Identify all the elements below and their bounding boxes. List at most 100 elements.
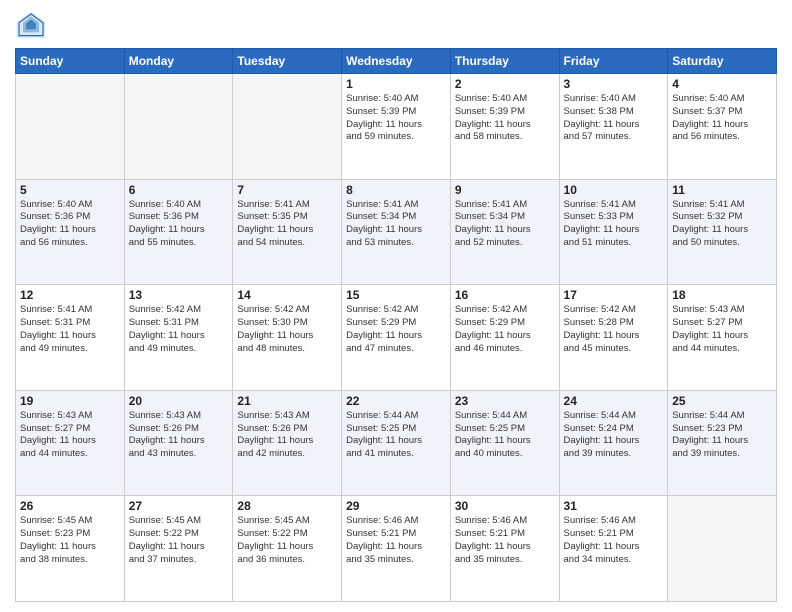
calendar-cell: 22Sunrise: 5:44 AM Sunset: 5:25 PM Dayli… xyxy=(342,390,451,496)
day-number: 15 xyxy=(346,288,446,302)
weekday-header-thursday: Thursday xyxy=(450,49,559,74)
day-number: 28 xyxy=(237,499,337,513)
day-info: Sunrise: 5:44 AM Sunset: 5:25 PM Dayligh… xyxy=(455,410,555,461)
day-info: Sunrise: 5:43 AM Sunset: 5:27 PM Dayligh… xyxy=(20,410,120,461)
day-number: 31 xyxy=(564,499,664,513)
day-info: Sunrise: 5:41 AM Sunset: 5:32 PM Dayligh… xyxy=(672,199,772,250)
day-info: Sunrise: 5:41 AM Sunset: 5:34 PM Dayligh… xyxy=(346,199,446,250)
calendar-cell: 10Sunrise: 5:41 AM Sunset: 5:33 PM Dayli… xyxy=(559,179,668,285)
calendar-cell: 11 Sunrise: 5:41 AM Sunset: 5:32 PM Dayli… xyxy=(668,179,777,285)
calendar-cell: 14 Sunrise: 5:42 AM Sunset: 5:30 PM Dayli… xyxy=(233,285,342,391)
day-number: 5 xyxy=(20,183,120,197)
day-info: Sunrise: 5:43 AM Sunset: 5:27 PM Dayligh… xyxy=(672,304,772,355)
calendar-cell: 2 Sunrise: 5:40 AM Sunset: 5:39 PM Daylig… xyxy=(450,74,559,180)
day-info: Sunrise: 5:44 AM Sunset: 5:23 PM Dayligh… xyxy=(672,410,772,461)
calendar-header: SundayMondayTuesdayWednesdayThursdayFrid… xyxy=(16,49,777,74)
logo xyxy=(15,10,51,42)
day-number: 1 xyxy=(346,77,446,91)
weekday-header-row: SundayMondayTuesdayWednesdayThursdayFrid… xyxy=(16,49,777,74)
calendar-cell: 28 Sunrise: 5:45 AM Sunset: 5:22 PM Dayli… xyxy=(233,496,342,602)
day-number: 26 xyxy=(20,499,120,513)
day-info: Sunrise: 5:42 AM Sunset: 5:31 PM Dayligh… xyxy=(129,304,229,355)
weekday-header-wednesday: Wednesday xyxy=(342,49,451,74)
day-number: 29 xyxy=(346,499,446,513)
day-number: 19 xyxy=(20,394,120,408)
calendar-body: 1 Sunrise: 5:40 AM Sunset: 5:39 PM Daylig… xyxy=(16,74,777,602)
day-info: Sunrise: 5:46 AM Sunset: 5:21 PM Dayligh… xyxy=(346,515,446,566)
day-number: 8 xyxy=(346,183,446,197)
day-number: 3 xyxy=(564,77,664,91)
day-number: 25 xyxy=(672,394,772,408)
calendar-week-1: 1 Sunrise: 5:40 AM Sunset: 5:39 PM Daylig… xyxy=(16,74,777,180)
calendar-week-3: 12 Sunrise: 5:41 AM Sunset: 5:31 PM Dayli… xyxy=(16,285,777,391)
day-info: Sunrise: 5:45 AM Sunset: 5:22 PM Dayligh… xyxy=(237,515,337,566)
calendar-cell: 5 Sunrise: 5:40 AM Sunset: 5:36 PM Daylig… xyxy=(16,179,125,285)
day-info: Sunrise: 5:44 AM Sunset: 5:25 PM Dayligh… xyxy=(346,410,446,461)
calendar-cell: 12 Sunrise: 5:41 AM Sunset: 5:31 PM Dayli… xyxy=(16,285,125,391)
day-number: 11 xyxy=(672,183,772,197)
calendar-cell: 3 Sunrise: 5:40 AM Sunset: 5:38 PM Daylig… xyxy=(559,74,668,180)
day-info: Sunrise: 5:41 AM Sunset: 5:31 PM Dayligh… xyxy=(20,304,120,355)
day-info: Sunrise: 5:42 AM Sunset: 5:28 PM Dayligh… xyxy=(564,304,664,355)
calendar-cell: 21Sunrise: 5:43 AM Sunset: 5:26 PM Dayli… xyxy=(233,390,342,496)
header xyxy=(15,10,777,42)
day-number: 16 xyxy=(455,288,555,302)
day-number: 7 xyxy=(237,183,337,197)
day-info: Sunrise: 5:40 AM Sunset: 5:36 PM Dayligh… xyxy=(20,199,120,250)
day-info: Sunrise: 5:40 AM Sunset: 5:39 PM Dayligh… xyxy=(346,93,446,144)
calendar-week-4: 19 Sunrise: 5:43 AM Sunset: 5:27 PM Dayli… xyxy=(16,390,777,496)
calendar-cell: 26Sunrise: 5:45 AM Sunset: 5:23 PM Dayli… xyxy=(16,496,125,602)
calendar-cell: 9 Sunrise: 5:41 AM Sunset: 5:34 PM Daylig… xyxy=(450,179,559,285)
day-number: 2 xyxy=(455,77,555,91)
calendar-cell: 18 Sunrise: 5:43 AM Sunset: 5:27 PM Dayli… xyxy=(668,285,777,391)
day-number: 20 xyxy=(129,394,229,408)
calendar-table: SundayMondayTuesdayWednesdayThursdayFrid… xyxy=(15,48,777,602)
calendar-cell: 30 Sunrise: 5:46 AM Sunset: 5:21 PM Dayli… xyxy=(450,496,559,602)
day-info: Sunrise: 5:40 AM Sunset: 5:38 PM Dayligh… xyxy=(564,93,664,144)
day-number: 4 xyxy=(672,77,772,91)
calendar-cell: 17Sunrise: 5:42 AM Sunset: 5:28 PM Dayli… xyxy=(559,285,668,391)
day-info: Sunrise: 5:46 AM Sunset: 5:21 PM Dayligh… xyxy=(455,515,555,566)
day-info: Sunrise: 5:40 AM Sunset: 5:37 PM Dayligh… xyxy=(672,93,772,144)
day-number: 13 xyxy=(129,288,229,302)
day-info: Sunrise: 5:40 AM Sunset: 5:39 PM Dayligh… xyxy=(455,93,555,144)
day-info: Sunrise: 5:45 AM Sunset: 5:22 PM Dayligh… xyxy=(129,515,229,566)
calendar-week-2: 5 Sunrise: 5:40 AM Sunset: 5:36 PM Daylig… xyxy=(16,179,777,285)
calendar-cell: 8 Sunrise: 5:41 AM Sunset: 5:34 PM Daylig… xyxy=(342,179,451,285)
day-info: Sunrise: 5:46 AM Sunset: 5:21 PM Dayligh… xyxy=(564,515,664,566)
calendar-cell: 13 Sunrise: 5:42 AM Sunset: 5:31 PM Dayli… xyxy=(124,285,233,391)
calendar-cell: 23 Sunrise: 5:44 AM Sunset: 5:25 PM Dayli… xyxy=(450,390,559,496)
day-info: Sunrise: 5:41 AM Sunset: 5:35 PM Dayligh… xyxy=(237,199,337,250)
calendar-cell: 15 Sunrise: 5:42 AM Sunset: 5:29 PM Dayli… xyxy=(342,285,451,391)
calendar-cell: 16 Sunrise: 5:42 AM Sunset: 5:29 PM Dayli… xyxy=(450,285,559,391)
calendar-cell: 31 Sunrise: 5:46 AM Sunset: 5:21 PM Dayli… xyxy=(559,496,668,602)
day-number: 14 xyxy=(237,288,337,302)
weekday-header-sunday: Sunday xyxy=(16,49,125,74)
calendar-cell xyxy=(16,74,125,180)
day-info: Sunrise: 5:41 AM Sunset: 5:33 PM Dayligh… xyxy=(564,199,664,250)
day-number: 30 xyxy=(455,499,555,513)
day-number: 9 xyxy=(455,183,555,197)
day-number: 6 xyxy=(129,183,229,197)
day-number: 27 xyxy=(129,499,229,513)
page: SundayMondayTuesdayWednesdayThursdayFrid… xyxy=(0,0,792,612)
calendar-cell: 25 Sunrise: 5:44 AM Sunset: 5:23 PM Dayli… xyxy=(668,390,777,496)
day-info: Sunrise: 5:42 AM Sunset: 5:29 PM Dayligh… xyxy=(455,304,555,355)
day-info: Sunrise: 5:42 AM Sunset: 5:29 PM Dayligh… xyxy=(346,304,446,355)
day-info: Sunrise: 5:40 AM Sunset: 5:36 PM Dayligh… xyxy=(129,199,229,250)
day-info: Sunrise: 5:44 AM Sunset: 5:24 PM Dayligh… xyxy=(564,410,664,461)
calendar-cell: 20Sunrise: 5:43 AM Sunset: 5:26 PM Dayli… xyxy=(124,390,233,496)
calendar-cell: 29 Sunrise: 5:46 AM Sunset: 5:21 PM Dayli… xyxy=(342,496,451,602)
calendar-cell: 24Sunrise: 5:44 AM Sunset: 5:24 PM Dayli… xyxy=(559,390,668,496)
day-info: Sunrise: 5:42 AM Sunset: 5:30 PM Dayligh… xyxy=(237,304,337,355)
calendar-cell xyxy=(124,74,233,180)
day-info: Sunrise: 5:41 AM Sunset: 5:34 PM Dayligh… xyxy=(455,199,555,250)
weekday-header-tuesday: Tuesday xyxy=(233,49,342,74)
day-number: 12 xyxy=(20,288,120,302)
calendar-cell: 4 Sunrise: 5:40 AM Sunset: 5:37 PM Daylig… xyxy=(668,74,777,180)
calendar-cell xyxy=(233,74,342,180)
day-number: 18 xyxy=(672,288,772,302)
day-number: 23 xyxy=(455,394,555,408)
calendar-week-5: 26Sunrise: 5:45 AM Sunset: 5:23 PM Dayli… xyxy=(16,496,777,602)
day-info: Sunrise: 5:43 AM Sunset: 5:26 PM Dayligh… xyxy=(237,410,337,461)
